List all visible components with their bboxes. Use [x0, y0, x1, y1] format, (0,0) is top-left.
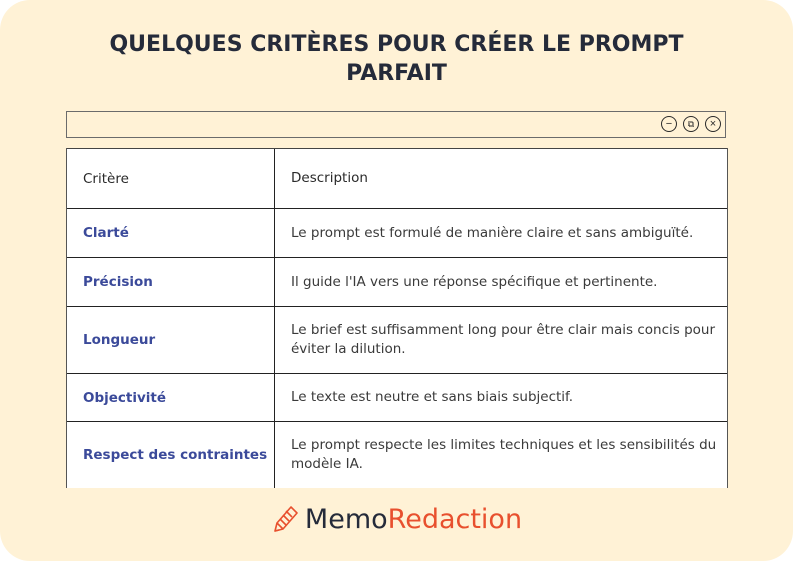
minimize-button[interactable]: −: [661, 116, 677, 132]
criterion-cell: Respect des contraintes: [67, 422, 275, 488]
minus-circle-icon: −: [665, 117, 673, 130]
table-row: Précision Il guide l'IA vers une réponse…: [67, 257, 727, 306]
table-row: Longueur Le brief est suffisamment long …: [67, 306, 727, 373]
brand-name: MemoRedaction: [305, 504, 522, 535]
table-header: Critère Description: [67, 148, 727, 208]
pencil-logo-icon: [274, 506, 298, 532]
table-row: Clarté Le prompt est formulé de manière …: [67, 208, 727, 257]
criteria-table: Critère Description Clarté Le prompt est…: [66, 148, 728, 488]
brand-part-memo: Memo: [304, 503, 388, 535]
close-button[interactable]: ×: [705, 116, 721, 132]
criterion-cell: Clarté: [67, 209, 275, 257]
criterion-cell: Précision: [67, 258, 275, 306]
header-criterion: Critère: [67, 149, 275, 208]
description-cell: Le texte est neutre et sans biais subjec…: [291, 389, 574, 405]
criterion-cell: Objectivité: [67, 374, 275, 421]
brand-part-redaction: Redaction: [387, 503, 523, 535]
description-cell: Le prompt est formulé de manière claire …: [291, 224, 694, 241]
page-title: QUELQUES CRITÈRES POUR CRÉER LE PROMPT P…: [109, 32, 684, 86]
description-cell: Le prompt respecte les limites technique…: [291, 437, 717, 472]
table-row: Objectivité Le texte est neutre et sans …: [67, 373, 727, 421]
header-description: Description: [291, 170, 368, 186]
window-titlebar: − ⧉ ×: [66, 111, 726, 138]
description-cell: Le brief est suffisamment long pour être…: [291, 322, 716, 357]
criterion-cell: Longueur: [67, 307, 275, 373]
table-row: Respect des contraintes Le prompt respec…: [67, 421, 727, 488]
restore-button[interactable]: ⧉: [683, 116, 699, 132]
close-circle-icon: ×: [709, 117, 717, 130]
brand-logo: MemoRedaction: [0, 503, 793, 535]
restore-circle-icon: ⧉: [687, 118, 695, 129]
description-cell: Il guide l'IA vers une réponse spécifiqu…: [291, 273, 658, 290]
infographic-card: QUELQUES CRITÈRES POUR CRÉER LE PROMPT P…: [0, 0, 793, 561]
